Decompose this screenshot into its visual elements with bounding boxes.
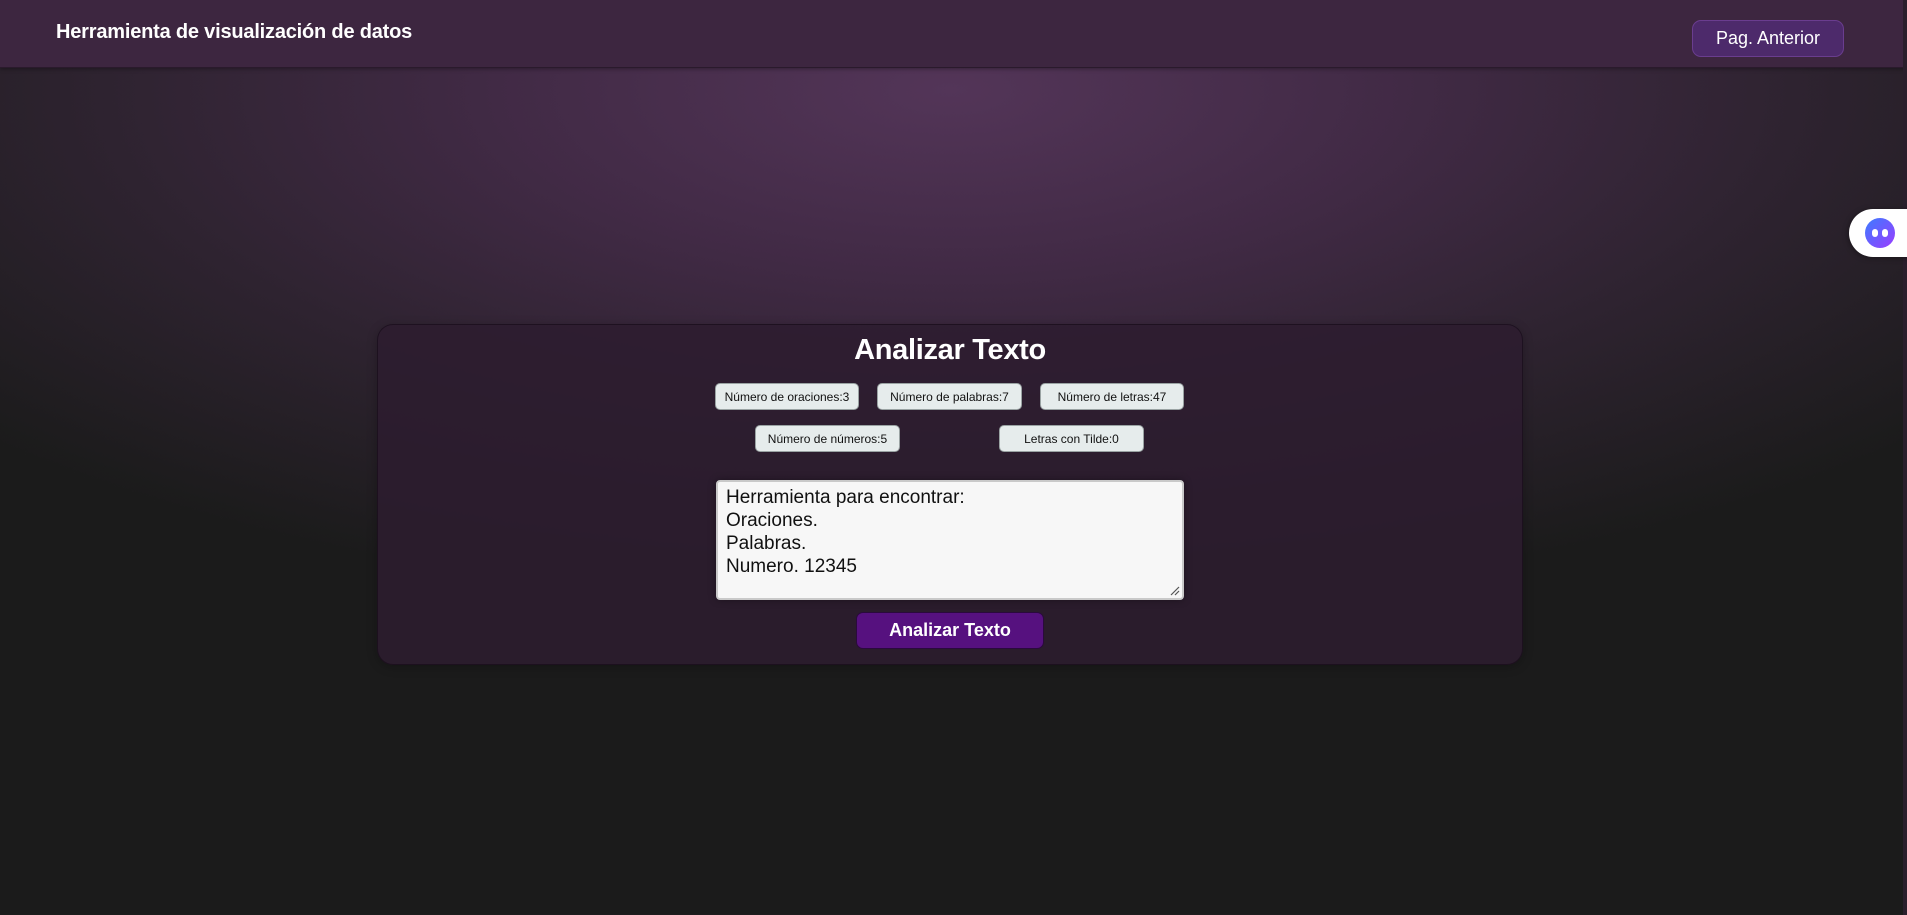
previous-page-button[interactable]: Pag. Anterior — [1692, 20, 1844, 57]
resize-handle-icon[interactable] — [1168, 584, 1180, 596]
assistant-widget-button[interactable] — [1849, 209, 1907, 257]
assistant-face-icon — [1865, 218, 1895, 248]
page-scrollbar[interactable] — [1903, 0, 1907, 915]
letter-count-badge: Número de letras:47 — [1040, 383, 1184, 410]
sentence-count-badge: Número de oraciones:3 — [715, 383, 859, 410]
analyze-text-button[interactable]: Analizar Texto — [856, 612, 1044, 649]
app-title: Herramienta de visualización de datos — [56, 21, 413, 43]
number-count-badge: Número de números:5 — [755, 425, 900, 452]
text-input-area[interactable]: Herramienta para encontrar: Oraciones. P… — [716, 480, 1184, 600]
accented-letter-count-badge: Letras con Tilde:0 — [999, 425, 1144, 452]
word-count-badge: Número de palabras:7 — [877, 383, 1022, 410]
analyzer-title: Analizar Texto — [854, 334, 1046, 366]
top-navbar: Herramienta de visualización de datos Pa… — [0, 0, 1907, 68]
